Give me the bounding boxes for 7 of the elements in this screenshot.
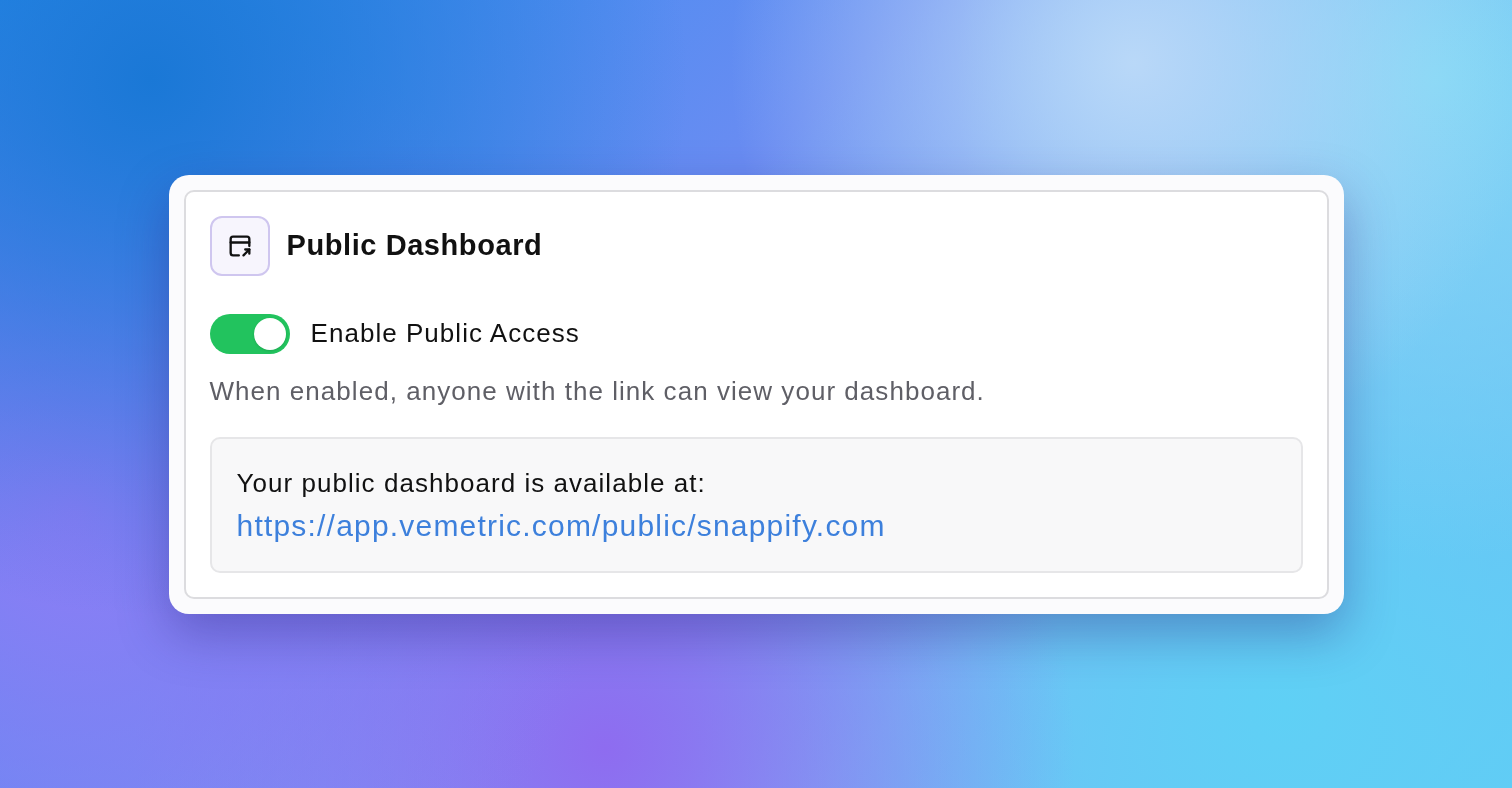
- toggle-switch[interactable]: [209, 313, 290, 354]
- toggle-description: When enabled, anyone with the link can view your dashboard.: [209, 374, 986, 408]
- card-title: Public Dashboard: [286, 231, 543, 260]
- toggle-knob: [253, 317, 286, 350]
- toggle-label: Enable Public Access: [310, 317, 580, 350]
- link-info-text: Your public dashboard is available at:: [236, 466, 707, 499]
- public-dashboard-link[interactable]: https://app.vemetric.com/public/snappify.com: [236, 507, 886, 545]
